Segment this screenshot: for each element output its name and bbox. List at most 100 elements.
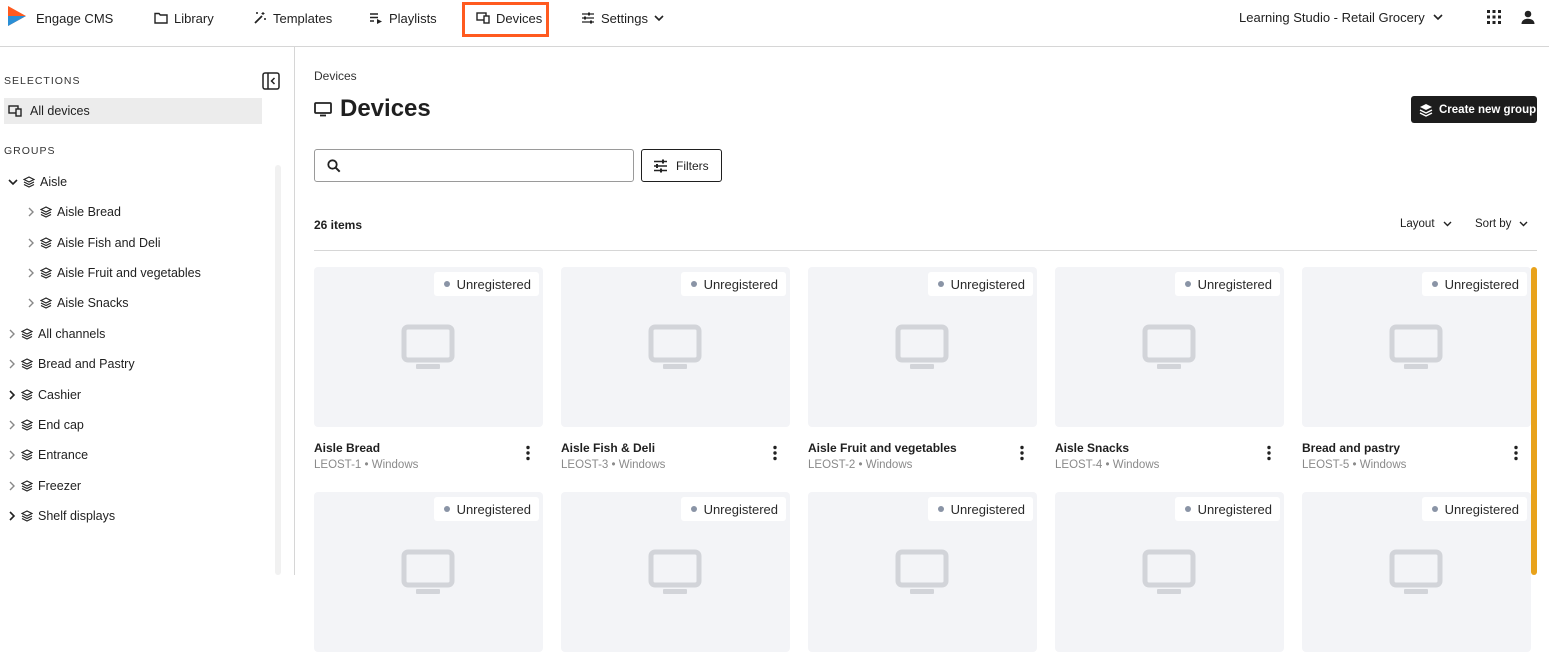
chevron-down-icon[interactable] bbox=[8, 178, 18, 186]
chevron-right-icon[interactable] bbox=[9, 450, 16, 460]
tree-item-aisle[interactable]: Aisle bbox=[8, 173, 67, 191]
groups-heading: GROUPS bbox=[4, 145, 56, 157]
organization-switcher[interactable]: Learning Studio - Retail Grocery bbox=[1239, 10, 1443, 25]
search-field[interactable] bbox=[314, 149, 634, 182]
monitor-icon bbox=[314, 101, 332, 117]
devices-icon bbox=[476, 12, 490, 24]
user-account-icon[interactable] bbox=[1521, 10, 1535, 24]
device-thumbnail[interactable]: Unregistered bbox=[561, 492, 790, 652]
tree-item-label: Aisle Bread bbox=[57, 205, 121, 219]
layers-icon bbox=[40, 206, 52, 218]
device-id: LEOST-4 bbox=[1055, 459, 1103, 471]
more-vertical-icon[interactable] bbox=[767, 445, 783, 461]
layers-icon bbox=[21, 389, 33, 401]
tree-item-aisle-bread[interactable]: Aisle Bread bbox=[28, 203, 121, 221]
tree-item-entrance[interactable]: Entrance bbox=[9, 446, 88, 464]
more-vertical-icon[interactable] bbox=[1508, 445, 1524, 461]
device-thumbnail[interactable]: Unregistered bbox=[1302, 267, 1531, 427]
status-label: Unregistered bbox=[950, 276, 1025, 292]
selections-heading: SELECTIONS bbox=[4, 75, 81, 87]
layers-icon bbox=[21, 510, 33, 522]
nav-library[interactable]: Library bbox=[154, 10, 214, 26]
chevron-right-icon[interactable] bbox=[9, 481, 16, 491]
chevron-right-icon[interactable] bbox=[28, 268, 35, 278]
create-new-group-label: Create new group bbox=[1439, 103, 1537, 116]
more-vertical-icon[interactable] bbox=[1014, 445, 1030, 461]
breadcrumb[interactable]: Devices bbox=[314, 69, 357, 83]
tree-item-all-channels[interactable]: All channels bbox=[9, 325, 105, 343]
nav-settings[interactable]: Settings bbox=[581, 10, 664, 26]
layers-icon bbox=[21, 480, 33, 492]
tree-item-freezer[interactable]: Freezer bbox=[9, 477, 81, 495]
items-count: 26 items bbox=[314, 218, 363, 232]
device-os: Windows bbox=[618, 459, 666, 471]
layers-icon bbox=[23, 176, 35, 188]
nav-playlists[interactable]: Playlists bbox=[369, 10, 437, 26]
sidebar-item-label: All devices bbox=[30, 104, 90, 118]
content-scrollbar[interactable] bbox=[1531, 267, 1537, 575]
device-meta: LEOST-3 • Windows bbox=[561, 459, 666, 471]
device-thumbnail[interactable]: Unregistered bbox=[808, 267, 1037, 427]
layout-dropdown[interactable]: Layout bbox=[1400, 218, 1452, 230]
sort-by-dropdown[interactable]: Sort by bbox=[1475, 218, 1528, 230]
collapse-sidebar-icon[interactable] bbox=[262, 72, 280, 90]
apps-grid-icon[interactable] bbox=[1487, 10, 1501, 24]
tree-item-bread-and-pastry[interactable]: Bread and Pastry bbox=[9, 355, 135, 373]
device-thumbnail[interactable]: Unregistered bbox=[1055, 492, 1284, 652]
device-meta: LEOST-4 • Windows bbox=[1055, 459, 1160, 471]
chevron-down-icon bbox=[1443, 221, 1452, 227]
device-thumbnail[interactable]: Unregistered bbox=[561, 267, 790, 427]
devices-icon bbox=[8, 105, 22, 117]
layers-icon bbox=[21, 449, 33, 461]
search-input[interactable] bbox=[349, 156, 625, 176]
tree-item-aisle-fruit-and-vegetables[interactable]: Aisle Fruit and vegetables bbox=[28, 264, 201, 282]
chevron-right-icon[interactable] bbox=[28, 298, 35, 308]
chevron-right-icon[interactable] bbox=[9, 329, 16, 339]
chevron-right-icon[interactable] bbox=[9, 511, 16, 521]
device-thumbnail[interactable]: Unregistered bbox=[1302, 492, 1531, 652]
tree-item-cashier[interactable]: Cashier bbox=[9, 386, 81, 404]
status-badge: Unregistered bbox=[1174, 272, 1280, 296]
monitor-icon bbox=[648, 549, 702, 595]
device-os: Windows bbox=[865, 459, 913, 471]
status-dot bbox=[690, 281, 697, 287]
sidebar-scrollbar[interactable] bbox=[275, 165, 281, 575]
status-label: Unregistered bbox=[1444, 276, 1519, 292]
chevron-right-icon[interactable] bbox=[9, 420, 16, 430]
page-title: Devices bbox=[314, 95, 431, 123]
brand-logo[interactable] bbox=[6, 4, 28, 28]
chevron-right-icon[interactable] bbox=[28, 238, 35, 248]
create-new-group-button[interactable]: Create new group bbox=[1411, 96, 1537, 123]
device-thumbnail[interactable]: Unregistered bbox=[1055, 267, 1284, 427]
status-label: Unregistered bbox=[456, 276, 531, 292]
tree-item-aisle-fish-and-deli[interactable]: Aisle Fish and Deli bbox=[28, 234, 161, 252]
device-meta: LEOST-5 • Windows bbox=[1302, 459, 1407, 471]
tree-item-label: Shelf displays bbox=[38, 509, 116, 523]
monitor-icon bbox=[648, 324, 702, 370]
chevron-right-icon[interactable] bbox=[28, 207, 35, 217]
tree-item-end-cap[interactable]: End cap bbox=[9, 416, 84, 434]
nav-devices[interactable]: Devices bbox=[476, 10, 542, 26]
more-vertical-icon[interactable] bbox=[1261, 445, 1277, 461]
chevron-right-icon[interactable] bbox=[9, 390, 16, 400]
list-divider bbox=[314, 250, 1537, 251]
sliders-icon bbox=[653, 159, 668, 173]
status-label: Unregistered bbox=[703, 501, 778, 517]
chevron-right-icon[interactable] bbox=[9, 359, 16, 369]
tree-item-aisle-snacks[interactable]: Aisle Snacks bbox=[28, 294, 129, 312]
nav-templates[interactable]: Templates bbox=[253, 10, 332, 26]
sidebar-item-all-devices[interactable]: All devices bbox=[4, 98, 262, 124]
nav-settings-label: Settings bbox=[601, 10, 648, 26]
status-label: Unregistered bbox=[456, 501, 531, 517]
device-thumbnail[interactable]: Unregistered bbox=[808, 492, 1037, 652]
tree-item-shelf-displays[interactable]: Shelf displays bbox=[9, 507, 115, 525]
more-vertical-icon[interactable] bbox=[520, 445, 536, 461]
layers-icon bbox=[21, 328, 33, 340]
device-thumbnail[interactable]: Unregistered bbox=[314, 492, 543, 652]
device-thumbnail[interactable]: Unregistered bbox=[314, 267, 543, 427]
filters-button[interactable]: Filters bbox=[641, 149, 722, 182]
sort-by-label: Sort by bbox=[1475, 218, 1512, 230]
status-label: Unregistered bbox=[1444, 501, 1519, 517]
status-badge: Unregistered bbox=[680, 497, 786, 521]
filters-label: Filters bbox=[676, 158, 709, 173]
